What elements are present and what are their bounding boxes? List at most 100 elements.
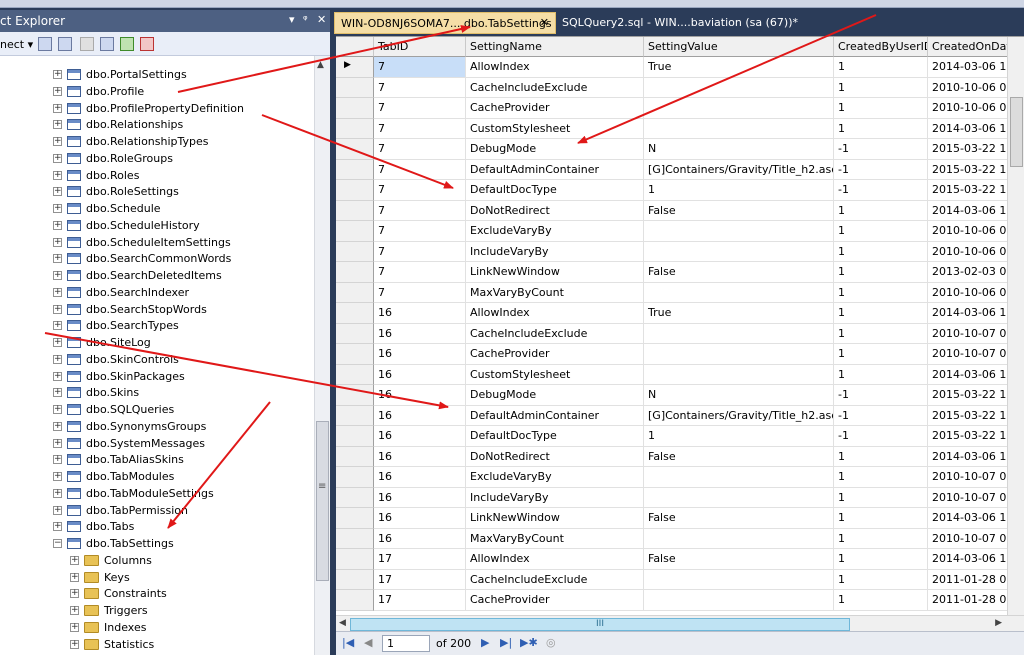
grid-cell[interactable]: 1	[834, 487, 928, 508]
grid-cell[interactable]: 1	[834, 57, 928, 78]
expand-icon[interactable]: +	[53, 438, 62, 448]
grid-cell[interactable]: 16	[374, 446, 466, 467]
grid-cell[interactable]: 7	[374, 282, 466, 303]
row-header[interactable]	[336, 487, 374, 508]
new-query-icon[interactable]	[140, 37, 154, 51]
grid-cell[interactable]: DefaultAdminContainer	[466, 405, 644, 426]
connect-button[interactable]: nect ▾	[0, 38, 33, 51]
grid-cell[interactable]: ExcludeVaryBy	[466, 467, 644, 488]
grid-cell[interactable]	[644, 364, 834, 385]
grid-cell[interactable]: [G]Containers/Gravity/Title_h2.ascx	[644, 405, 834, 426]
grid-cell[interactable]: 7	[374, 180, 466, 201]
expand-icon[interactable]: +	[53, 153, 62, 163]
grid-cell[interactable]: 1	[834, 569, 928, 590]
pin-icon[interactable]: ᵠ	[303, 13, 308, 26]
grid-cell[interactable]: 1	[834, 364, 928, 385]
grid-cell[interactable]: DefaultDocType	[466, 426, 644, 447]
grid-cell[interactable]: 7	[374, 98, 466, 119]
grid-cell[interactable]: 17	[374, 569, 466, 590]
last-record-icon[interactable]: ▶|	[500, 636, 512, 649]
grid-cell[interactable]: -1	[834, 180, 928, 201]
grid-cell[interactable]: 1	[834, 549, 928, 570]
grid-cell[interactable]: 1	[834, 467, 928, 488]
expand-icon[interactable]: +	[70, 639, 79, 649]
grid-cell[interactable]: 7	[374, 159, 466, 180]
expand-icon[interactable]: +	[70, 589, 79, 599]
grid-cell[interactable]: 1	[834, 241, 928, 262]
grid-cell[interactable]: 1	[834, 262, 928, 283]
grid-cell[interactable]: False	[644, 508, 834, 529]
expand-icon[interactable]: +	[53, 137, 62, 146]
grid-cell[interactable]: False	[644, 446, 834, 467]
grid-cell[interactable]: 16	[374, 364, 466, 385]
row-header[interactable]	[336, 77, 374, 98]
stop-icon[interactable]: ◎	[546, 636, 556, 649]
grid-corner[interactable]	[336, 37, 374, 57]
grid-cell[interactable]: 1	[834, 528, 928, 549]
grid-cell[interactable]: 16	[374, 303, 466, 324]
grid-cell[interactable]: N	[644, 139, 834, 160]
grid-cell[interactable]: CustomStylesheet	[466, 118, 644, 139]
expand-icon[interactable]: +	[53, 371, 62, 381]
row-header[interactable]	[336, 98, 374, 119]
grid-cell[interactable]: -1	[834, 139, 928, 160]
expand-icon[interactable]: +	[53, 421, 62, 431]
grid-cell[interactable]	[644, 221, 834, 242]
row-header[interactable]	[336, 262, 374, 283]
expand-icon[interactable]: +	[53, 388, 62, 398]
expand-icon[interactable]: +	[53, 287, 62, 297]
grid-cell[interactable]: ExcludeVaryBy	[466, 221, 644, 242]
grid-cell[interactable]	[644, 487, 834, 508]
grid-cell[interactable]: CustomStylesheet	[466, 364, 644, 385]
grid-cell[interactable]: 1	[834, 323, 928, 344]
row-header[interactable]	[336, 405, 374, 426]
disconnect-icon[interactable]	[58, 37, 72, 51]
grid-cell[interactable]: 1	[644, 426, 834, 447]
grid-cell[interactable]: DebugMode	[466, 139, 644, 160]
expand-icon[interactable]: +	[53, 103, 62, 113]
grid-cell[interactable]: DebugMode	[466, 385, 644, 406]
grid-cell[interactable]: DoNotRedirect	[466, 200, 644, 221]
grid-cell[interactable]: CacheProvider	[466, 590, 644, 611]
grid-cell[interactable]: CacheProvider	[466, 98, 644, 119]
grid-cell[interactable]: DoNotRedirect	[466, 446, 644, 467]
expand-icon[interactable]: +	[53, 70, 62, 79]
grid-cell[interactable]: 7	[374, 241, 466, 262]
row-header[interactable]	[336, 200, 374, 221]
grid-cell[interactable]: 16	[374, 323, 466, 344]
first-record-icon[interactable]: |◀	[342, 636, 354, 649]
grid-cell[interactable]: 16	[374, 344, 466, 365]
grid-cell[interactable]	[644, 323, 834, 344]
grid-cell[interactable]: 7	[374, 262, 466, 283]
grid-cell[interactable]: DefaultAdminContainer	[466, 159, 644, 180]
grid-cell[interactable]: MaxVaryByCount	[466, 528, 644, 549]
tab-tabsettings[interactable]: WIN-OD8NJ6SOMA7....dbo.TabSettings ✕	[334, 12, 556, 34]
grid-cell[interactable]: 17	[374, 590, 466, 611]
row-header[interactable]	[336, 467, 374, 488]
row-header[interactable]	[336, 303, 374, 324]
stop-icon[interactable]	[80, 37, 94, 51]
grid-cell[interactable]: True	[644, 303, 834, 324]
scroll-left-icon[interactable]: ◀	[339, 618, 346, 628]
grid-vertical-scroll-thumb[interactable]	[1010, 97, 1023, 167]
row-header[interactable]	[336, 364, 374, 385]
grid-cell[interactable]: 16	[374, 385, 466, 406]
row-header[interactable]: ▶	[336, 57, 374, 78]
column-header[interactable]: SettingName	[466, 37, 644, 57]
grid-cell[interactable]: IncludeVaryBy	[466, 241, 644, 262]
grid-cell[interactable]: 16	[374, 487, 466, 508]
expand-icon[interactable]: +	[53, 321, 62, 331]
row-header[interactable]	[336, 159, 374, 180]
grid-cell[interactable]: IncludeVaryBy	[466, 487, 644, 508]
grid-cell[interactable]	[644, 467, 834, 488]
row-header[interactable]	[336, 508, 374, 529]
row-header[interactable]	[336, 426, 374, 447]
grid-cell[interactable]: 17	[374, 549, 466, 570]
column-header[interactable]: TabID	[374, 37, 466, 57]
grid-cell[interactable]: False	[644, 200, 834, 221]
row-header[interactable]	[336, 528, 374, 549]
row-header[interactable]	[336, 569, 374, 590]
expand-icon[interactable]: +	[70, 555, 79, 565]
grid-cell[interactable]: 16	[374, 426, 466, 447]
grid-cell[interactable]	[644, 98, 834, 119]
